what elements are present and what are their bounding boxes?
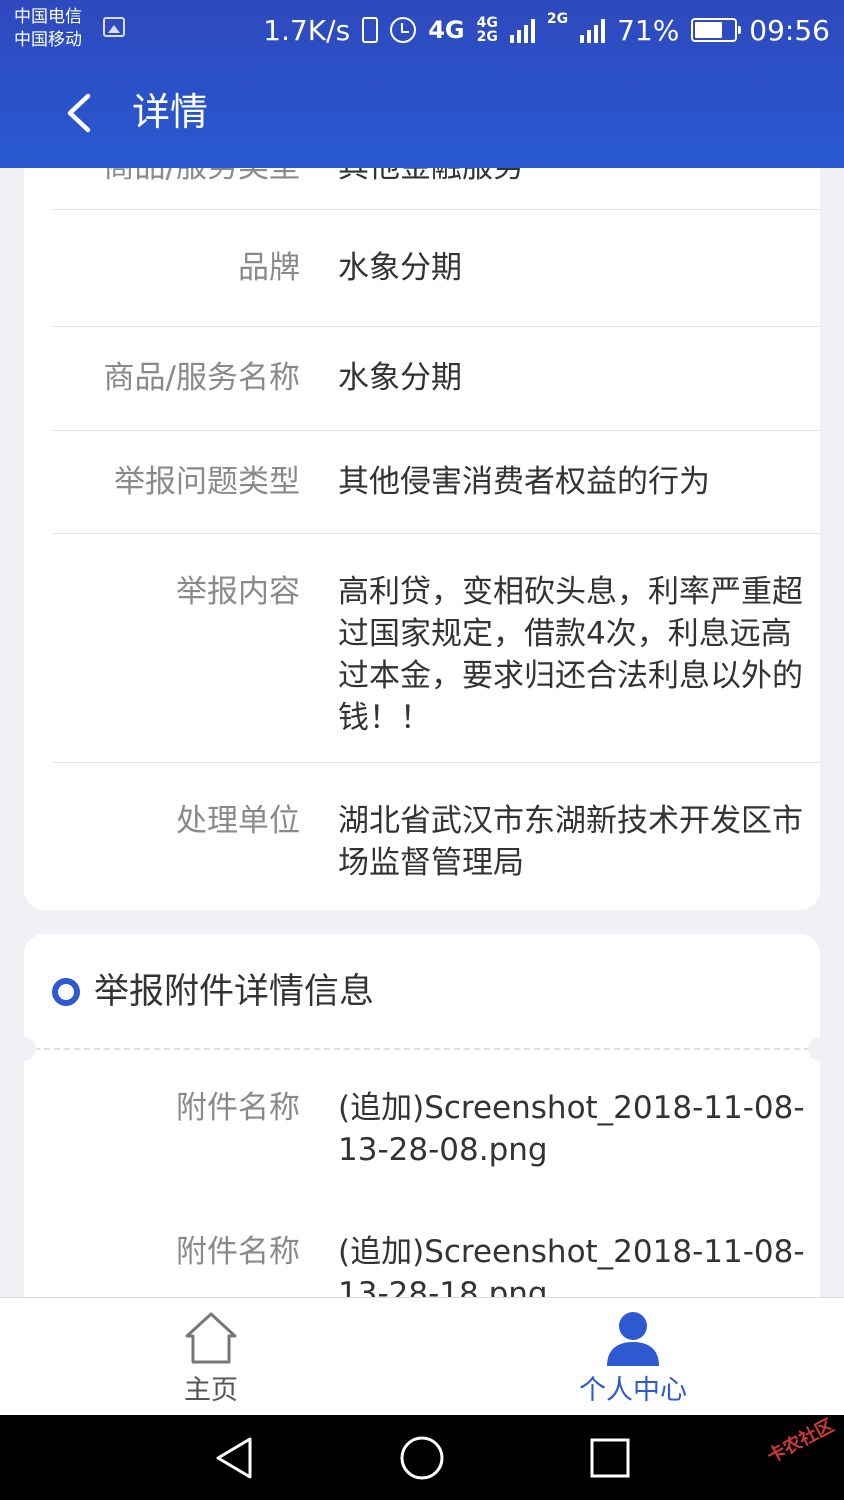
home-icon [185, 1312, 237, 1364]
sim1-network: 4G 2G [477, 16, 498, 44]
left-notch [12, 1037, 36, 1061]
carrier-2: 中国移动 [14, 30, 82, 50]
detail-label: 品牌 [238, 250, 300, 286]
section-title: 举报附件详情信息 [94, 972, 375, 1012]
details-card: 商品/服务类型 其他金融服务 品牌 水象分期 商品/服务名称 水象分期 举报问题… [24, 140, 820, 910]
attachment-label: 附件名称 [176, 1090, 300, 1126]
divider [52, 209, 820, 210]
tab-home[interactable]: 主页 [86, 1298, 336, 1416]
nav-recents-button[interactable] [585, 1433, 635, 1483]
divider [52, 326, 820, 327]
tab-personal-center-label: 个人中心 [579, 1375, 687, 1406]
divider [52, 430, 820, 431]
bullet-ring-icon [52, 978, 80, 1006]
detail-label: 举报内容 [176, 574, 300, 610]
detail-value: 水象分期 [338, 360, 462, 396]
app-header: 详情 [0, 60, 844, 168]
battery-icon [691, 18, 742, 42]
system-nav-bar: 卡农社区 [0, 1415, 844, 1500]
attachment-label: 附件名称 [176, 1234, 300, 1270]
battery-percent: 71% [617, 13, 680, 47]
sim1-network-bottom: 2G [476, 29, 498, 45]
status-bar: 中国电信 中国移动 1.7K/s 4G 4G 2G 2G 71% 09:56 [0, 0, 844, 60]
tab-home-label: 主页 [184, 1375, 238, 1406]
detail-label: 处理单位 [176, 803, 300, 839]
detail-value: 湖北省武汉市东湖新技术开发区市场监督管理局 [338, 803, 803, 881]
network-speed: 1.7K/s [263, 13, 351, 47]
attachment-filename: (追加)Screenshot_2018-11-08-13-28-08.png [338, 1090, 805, 1168]
sim2-network: 2G [546, 11, 569, 27]
image-notification-icon [103, 17, 125, 37]
divider [52, 762, 820, 763]
nav-back-button[interactable] [210, 1433, 260, 1483]
carrier-1: 中国电信 [14, 7, 82, 27]
section-header: 举报附件详情信息 [52, 970, 374, 1014]
signal-1-icon [509, 17, 535, 43]
status-icons: 1.7K/s 4G 4G 2G 2G 71% 09:56 [263, 10, 830, 50]
dashed-divider [24, 1048, 820, 1050]
triangle-back-icon [216, 1437, 252, 1479]
detail-label: 商品/服务名称 [103, 360, 300, 396]
watermark: 卡农社区 [763, 1415, 838, 1468]
detail-label: 举报问题类型 [114, 464, 300, 500]
vibrate-icon [362, 17, 379, 43]
sim1-network-top: 4G [476, 15, 498, 31]
attachments-card: 举报附件详情信息 附件名称 (追加)Screenshot_2018-11-08-… [12, 934, 832, 1334]
chevron-left-icon [67, 93, 91, 133]
detail-value: 水象分期 [338, 250, 462, 286]
detail-value: 高利贷，变相砍头息，利率严重超过国家规定，借款4次，利息远高过本金，要求归还合法… [338, 574, 803, 736]
page-title: 详情 [132, 90, 209, 134]
back-button[interactable] [60, 90, 100, 136]
right-notch [808, 1037, 832, 1061]
signal-2-icon [580, 17, 606, 43]
square-recents-icon [590, 1438, 630, 1478]
alarm-icon [390, 17, 417, 43]
circle-home-icon [400, 1436, 444, 1480]
tab-personal-center[interactable]: 个人中心 [508, 1298, 758, 1416]
top-bar: 中国电信 中国移动 1.7K/s 4G 4G 2G 2G 71% 09:56 详… [0, 0, 844, 168]
carrier-info: 中国电信 中国移动 [14, 6, 82, 52]
detail-value: 其他侵害消费者权益的行为 [338, 464, 710, 500]
network-type-4g: 4G [428, 16, 465, 44]
user-icon [607, 1312, 659, 1366]
bottom-tab-bar: 主页 个人中心 [0, 1297, 844, 1416]
divider [52, 533, 820, 534]
clock: 09:56 [749, 13, 830, 47]
nav-home-button[interactable] [397, 1433, 447, 1483]
battery-fill [695, 22, 723, 38]
